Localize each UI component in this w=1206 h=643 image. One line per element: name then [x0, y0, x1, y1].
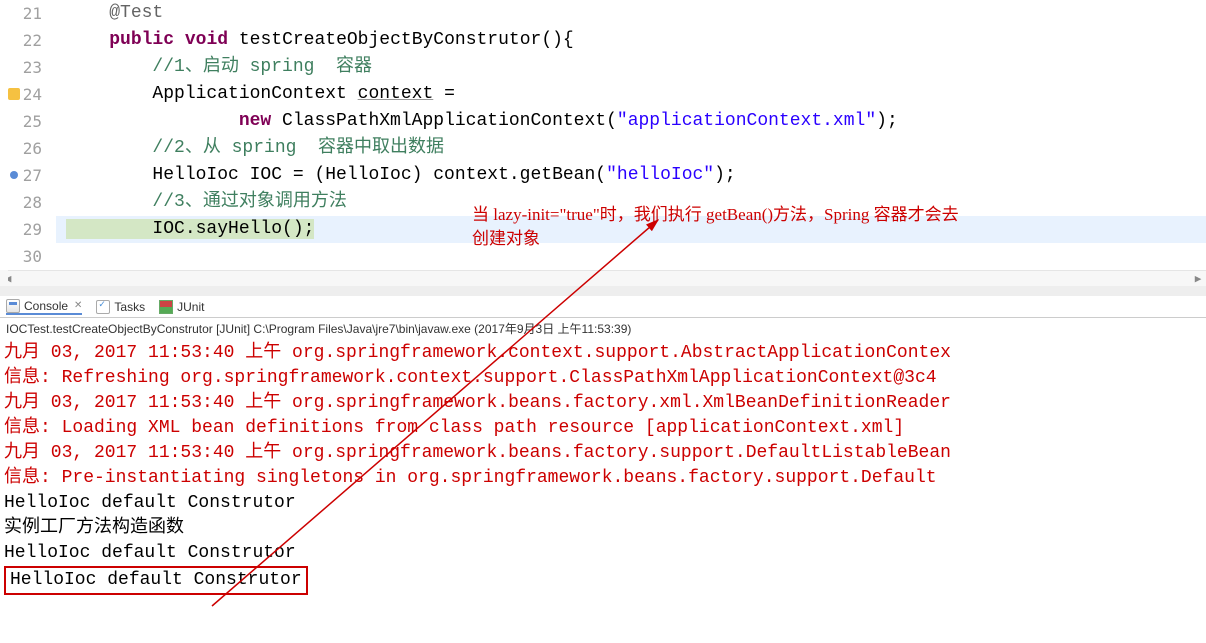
- line-number: 26: [0, 135, 56, 162]
- line-number: 24: [0, 81, 56, 108]
- horizontal-scrollbar[interactable]: ◀ ▶: [0, 270, 1206, 286]
- code-line[interactable]: 30: [0, 243, 1206, 270]
- line-number: 27: [0, 162, 56, 189]
- code-editor[interactable]: 21 @Test22 public void testCreateObjectB…: [0, 0, 1206, 290]
- highlighted-output: HelloIoc default Construtor: [4, 566, 308, 595]
- line-number: 22: [0, 27, 56, 54]
- code-content[interactable]: //3、通过对象调用方法: [56, 189, 1206, 216]
- console-output[interactable]: 九月 03, 2017 11:53:40 上午 org.springframew…: [0, 339, 1206, 597]
- code-content[interactable]: @Test: [56, 0, 1206, 27]
- tab-junit[interactable]: JUnit: [159, 300, 204, 314]
- line-number: 28: [0, 189, 56, 216]
- code-line[interactable]: 29 IOC.sayHello();: [0, 216, 1206, 243]
- line-number: 23: [0, 54, 56, 81]
- tab-console-label: Console: [24, 299, 68, 313]
- console-line: HelloIoc default Construtor: [4, 566, 1202, 595]
- console-line: HelloIoc default Construtor: [4, 491, 1202, 516]
- warning-marker-icon[interactable]: [8, 88, 20, 100]
- tab-console[interactable]: Console ✕: [6, 299, 82, 315]
- code-content[interactable]: HelloIoc IOC = (HelloIoc) context.getBea…: [56, 162, 1206, 189]
- code-content[interactable]: IOC.sayHello();: [56, 216, 1206, 243]
- line-number: 29: [0, 216, 56, 243]
- breakpoint-marker-icon[interactable]: [10, 171, 18, 179]
- line-number: 21: [0, 0, 56, 27]
- code-line[interactable]: 27 HelloIoc IOC = (HelloIoc) context.get…: [0, 162, 1206, 189]
- launch-config-label: IOCTest.testCreateObjectByConstrutor [JU…: [0, 318, 1206, 339]
- console-panel: Console ✕ Tasks JUnit IOCTest.testCreate…: [0, 296, 1206, 597]
- tab-junit-label: JUnit: [177, 300, 204, 314]
- line-number: 30: [0, 243, 56, 270]
- console-line: 九月 03, 2017 11:53:40 上午 org.springframew…: [4, 341, 1202, 366]
- tab-tasks-label: Tasks: [114, 300, 145, 314]
- scroll-right-arrow[interactable]: ▶: [1190, 272, 1206, 286]
- console-line: 九月 03, 2017 11:53:40 上午 org.springframew…: [4, 391, 1202, 416]
- code-line[interactable]: 28 //3、通过对象调用方法: [0, 189, 1206, 216]
- console-line: 九月 03, 2017 11:53:40 上午 org.springframew…: [4, 441, 1202, 466]
- console-line: 信息: Refreshing org.springframework.conte…: [4, 366, 1202, 391]
- code-content[interactable]: [56, 243, 1206, 270]
- console-icon: [6, 299, 20, 313]
- code-line[interactable]: 21 @Test: [0, 0, 1206, 27]
- code-line[interactable]: 24 ApplicationContext context =: [0, 81, 1206, 108]
- code-content[interactable]: public void testCreateObjectByConstrutor…: [56, 27, 1206, 54]
- view-tabs: Console ✕ Tasks JUnit: [0, 296, 1206, 318]
- tab-tasks[interactable]: Tasks: [96, 300, 145, 314]
- code-content[interactable]: //1、启动 spring 容器: [56, 54, 1206, 81]
- console-line: 信息: Pre-instantiating singletons in org.…: [4, 466, 1202, 491]
- code-line[interactable]: 25 new ClassPathXmlApplicationContext("a…: [0, 108, 1206, 135]
- junit-icon: [159, 300, 173, 314]
- tasks-icon: [96, 300, 110, 314]
- console-line: 实例工厂方法构造函数: [4, 516, 1202, 541]
- line-number: 25: [0, 108, 56, 135]
- code-line[interactable]: 23 //1、启动 spring 容器: [0, 54, 1206, 81]
- code-line[interactable]: 26 //2、从 spring 容器中取出数据: [0, 135, 1206, 162]
- console-line: 信息: Loading XML bean definitions from cl…: [4, 416, 1202, 441]
- console-line: HelloIoc default Construtor: [4, 541, 1202, 566]
- code-line[interactable]: 22 public void testCreateObjectByConstru…: [0, 27, 1206, 54]
- close-icon[interactable]: ✕: [74, 300, 82, 311]
- code-content[interactable]: ApplicationContext context =: [56, 81, 1206, 108]
- code-content[interactable]: //2、从 spring 容器中取出数据: [56, 135, 1206, 162]
- code-content[interactable]: new ClassPathXmlApplicationContext("appl…: [56, 108, 1206, 135]
